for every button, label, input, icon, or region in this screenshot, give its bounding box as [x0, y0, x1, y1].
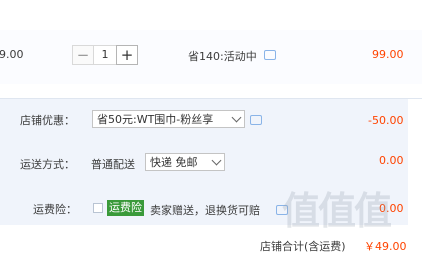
shipping-amount: 0.00	[379, 154, 404, 167]
insurance-text: 卖家赠送，退换货可赔	[150, 204, 260, 217]
shop-discount-label: 店铺优惠：	[20, 114, 75, 127]
unit-price: 39.00	[0, 48, 24, 61]
increase-button[interactable]: +	[116, 45, 138, 65]
chevron-down-icon	[231, 112, 242, 123]
promotion-text[interactable]: 省140:活动中	[188, 48, 257, 64]
shop-discount-select[interactable]: 省50元:WT围巾-粉丝享	[92, 110, 245, 128]
decrease-button[interactable]: −	[72, 45, 94, 65]
quantity-input[interactable]: 1	[94, 45, 116, 65]
shop-discount-amount: -50.00	[368, 114, 404, 127]
insurance-label: 运费险：	[33, 203, 77, 216]
shipping-method: 普通配送	[91, 158, 135, 171]
insurance-badge: 运费险	[107, 200, 144, 216]
chat-icon[interactable]	[264, 50, 276, 60]
shipping-label: 运送方式：	[20, 158, 75, 171]
insurance-checkbox[interactable]	[93, 203, 103, 213]
shop-discount-value: 省50元:WT围巾-粉丝享	[97, 113, 214, 126]
chevron-down-icon	[211, 155, 222, 166]
shop-total-label: 店铺合计(含运费)	[260, 240, 346, 253]
shipping-select[interactable]: 快递 免邮	[145, 153, 225, 171]
shop-total-amount: ￥49.00	[364, 240, 407, 253]
quantity-stepper[interactable]: − 1 +	[72, 45, 138, 65]
shipping-value: 快递 免邮	[150, 156, 198, 169]
line-total: 99.00	[372, 48, 404, 61]
chat-icon[interactable]	[250, 115, 262, 125]
watermark-logo: 值值值	[282, 189, 392, 233]
